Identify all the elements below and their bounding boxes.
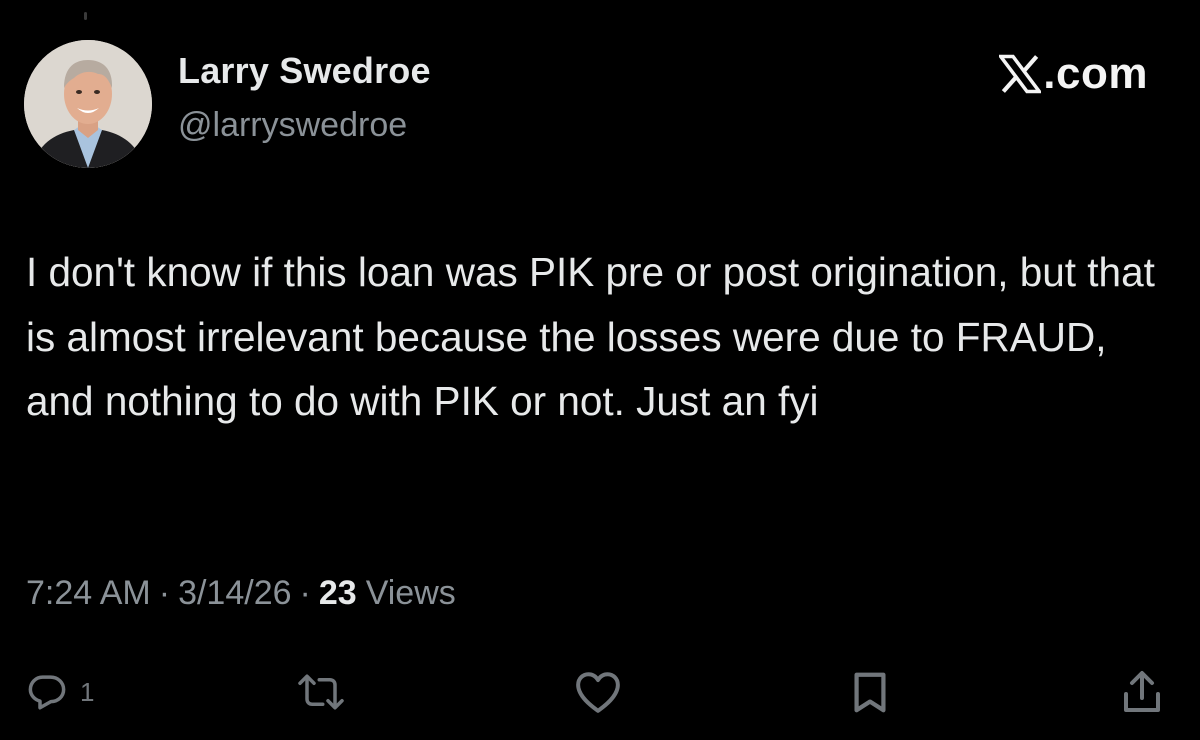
meta-separator: · [158,574,171,612]
profile-photo [24,40,152,168]
bookmark-icon [854,672,886,713]
share-icon [1124,671,1160,712]
scroll-indicator [84,12,87,20]
user-handle[interactable]: @larryswedroe [178,106,407,145]
reply-button[interactable]: 1 [26,664,94,720]
views-count: 23 [318,574,357,612]
reply-count: 1 [80,676,95,707]
share-button[interactable] [1118,664,1166,720]
heart-icon [576,672,620,713]
reply-icon [28,675,66,710]
tweet-text: I don't know if this loan was PIK pre or… [26,249,1155,424]
bookmark-button[interactable] [848,664,892,720]
retweet-icon [298,674,344,710]
avatar[interactable] [24,40,152,168]
retweet-button[interactable] [296,664,346,720]
timestamp-time[interactable]: 7:24 AM [26,574,151,613]
like-button[interactable] [572,664,624,720]
brand-watermark: .com [999,48,1148,100]
action-bar: 1 [0,664,1200,720]
x-logo-icon [999,54,1042,94]
timestamp-date[interactable]: 3/14/26 [178,574,291,613]
meta-separator: · [299,574,311,612]
brand-text: .com [1043,49,1148,98]
views-label: Views [365,574,456,612]
tweet-meta: 7:24 AM · 3/14/26 · 23 Views [26,574,456,613]
tweet-card: Larry Swedroe @larryswedroe .com I don't… [0,0,1200,740]
display-name[interactable]: Larry Swedroe [178,50,431,92]
